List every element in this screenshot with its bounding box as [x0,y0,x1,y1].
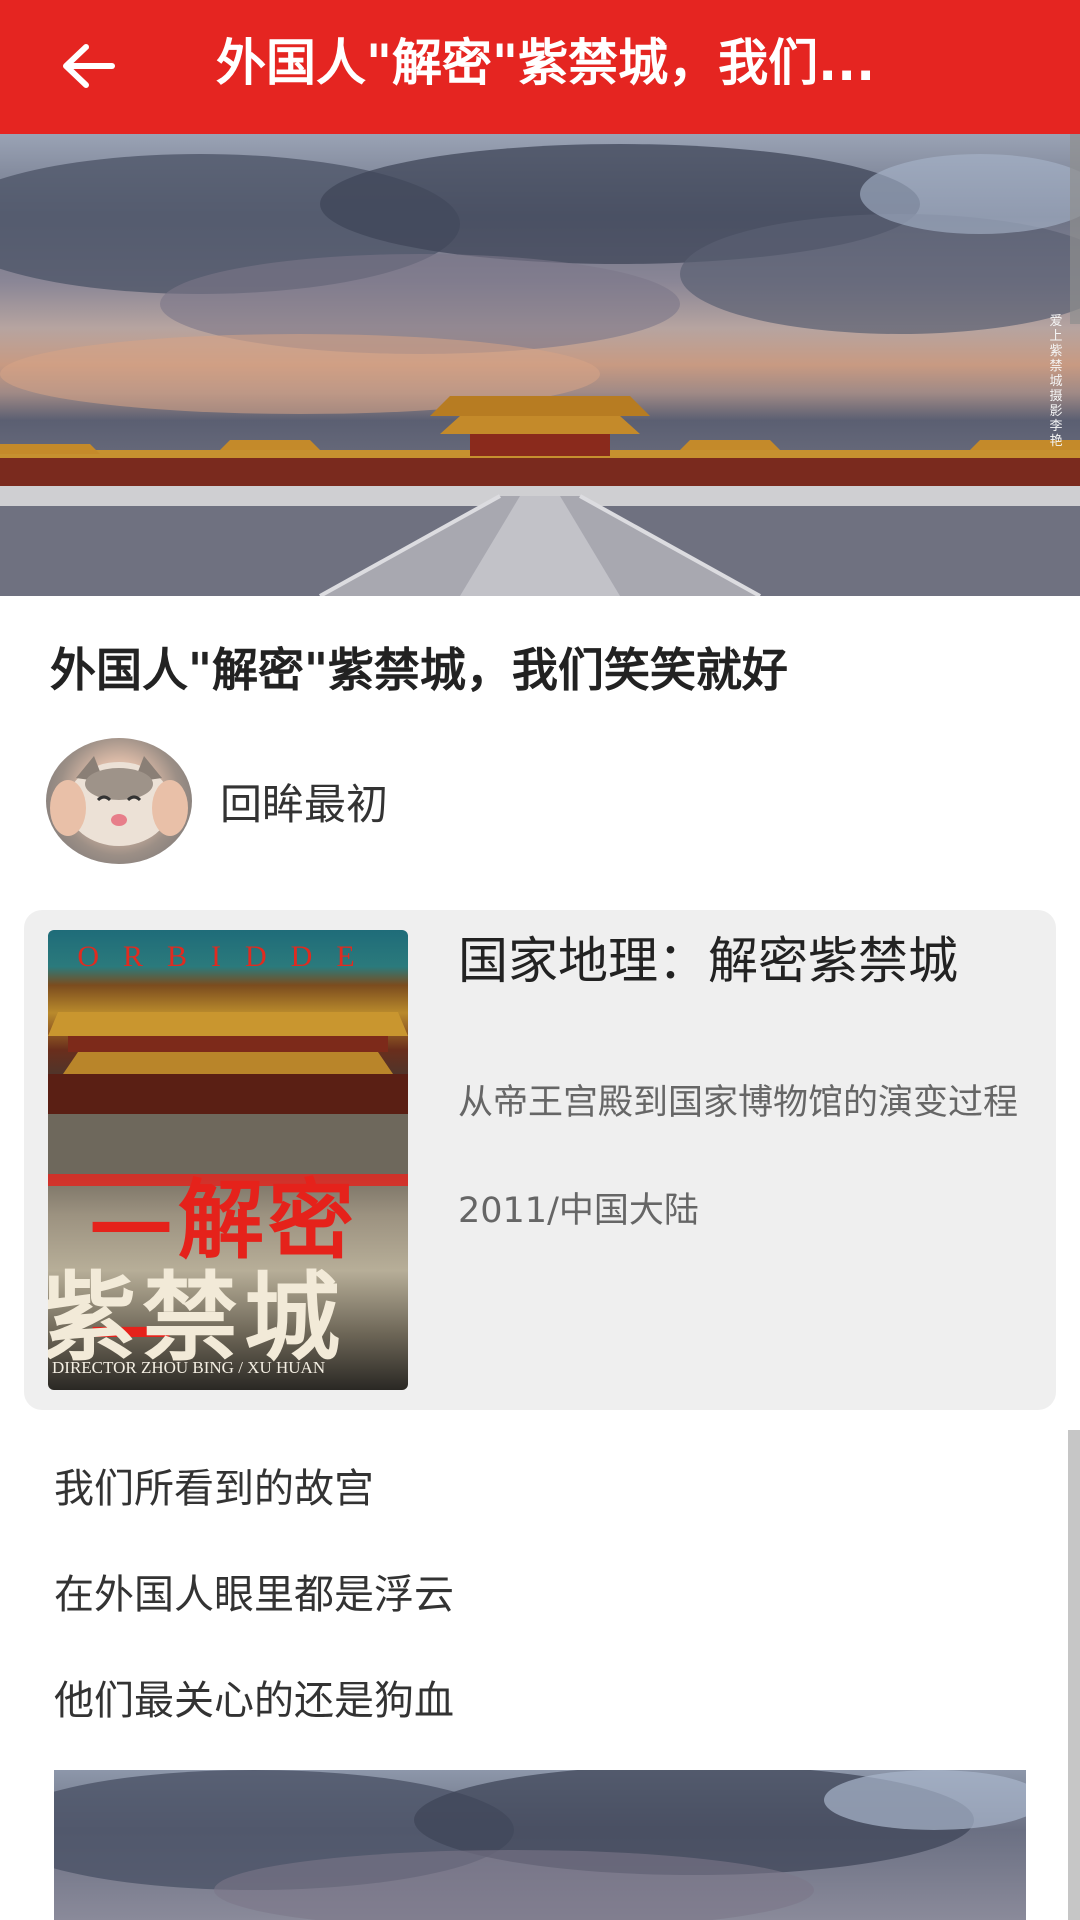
author-row[interactable]: 回眸最初 [46,738,388,864]
poster-image: ORBIDDE —解密— 紫禁城 DIRECTOR ZHOU BING / XU… [48,930,408,1390]
poster-top-text: ORBIDDE [77,940,379,973]
hero-watermark: 爱上紫禁城 摄影 李艳 [1049,314,1063,449]
card-title: 国家地理：解密紫禁城 [458,932,958,990]
card-meta: 2011/中国大陆 [458,1191,699,1231]
media-card[interactable]: ORBIDDE —解密— 紫禁城 DIRECTOR ZHOU BING / XU… [24,910,1056,1410]
poster-credit: DIRECTOR ZHOU BING / XU HUAN [52,1358,326,1377]
body-paragraph: 我们所看到的故宫 [54,1466,374,1512]
article-image [54,1770,1026,1920]
body-paragraph: 在外国人眼里都是浮云 [54,1572,454,1618]
avatar[interactable] [46,738,192,864]
bottom-image-artwork [54,1770,1026,1920]
cat-avatar-image [50,756,188,846]
article-title: 外国人"解密"紫禁城，我们笑笑就好 [50,643,788,697]
app-bar: 外国人"解密"紫禁城，我们... [0,0,1080,134]
hero-scrollbar[interactable] [1070,134,1080,324]
author-name[interactable]: 回眸最初 [220,771,388,832]
back-button[interactable] [52,30,124,102]
content-scrollbar[interactable] [1068,1430,1080,1920]
page-title: 外国人"解密"紫禁城，我们... [216,34,876,92]
card-subtitle: 从帝王宫殿到国家博物馆的演变过程 [458,1083,1019,1123]
arrow-left-icon [63,44,115,88]
hero-artwork [0,144,1080,596]
hero-image: 爱上紫禁城 摄影 李艳 [0,134,1080,596]
body-paragraph: 他们最关心的还是狗血 [54,1678,454,1724]
